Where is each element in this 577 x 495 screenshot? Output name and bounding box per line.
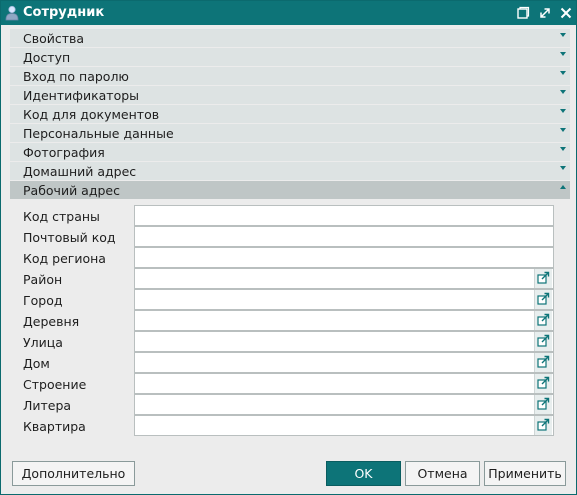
more-button[interactable]: Дополнительно [12,461,135,486]
postal-code-input[interactable] [134,226,554,247]
section-properties[interactable]: Свойства [10,29,570,47]
letter-label: Литера [23,398,72,413]
select-from-list-icon [537,292,550,305]
section-label: Вход по паролю [23,69,129,84]
title-bar[interactable]: Сотрудник [1,1,576,25]
expand-arrow-icon [560,166,566,170]
section-label: Свойства [23,31,85,46]
apartment-label: Квартира [23,419,86,434]
region-code-label: Код региона [23,251,106,266]
section-label: Рабочий адрес [23,183,120,198]
city-input[interactable] [134,289,554,310]
apartment-input[interactable] [134,415,554,436]
ok-button[interactable]: OK [326,461,401,486]
apartment-picker-button[interactable] [534,416,552,435]
postal-code-label: Почтовый код [23,230,116,245]
section-identifiers[interactable]: Идентификаторы [10,86,570,104]
window-title: Сотрудник [23,5,105,20]
building-input[interactable] [134,373,554,394]
city-picker-button[interactable] [534,290,552,309]
section-label: Идентификаторы [23,88,140,103]
country-code-input[interactable] [134,205,554,226]
section-password-login[interactable]: Вход по паролю [10,67,570,85]
expand-arrow-icon [560,33,566,37]
user-icon [5,5,19,21]
section-document-code[interactable]: Код для документов [10,105,570,123]
select-from-list-icon [537,397,550,410]
select-from-list-icon [537,355,550,368]
section-label: Доступ [23,50,71,65]
section-access[interactable]: Доступ [10,48,570,66]
select-from-list-icon [537,313,550,326]
select-from-list-icon [537,271,550,284]
section-work-address[interactable]: Рабочий адрес [10,181,570,199]
section-label: Код для документов [23,107,160,122]
house-label: Дом [23,356,50,371]
collapse-arrow-icon [560,185,566,189]
village-input[interactable] [134,310,554,331]
expand-arrow-icon [560,109,566,113]
expand-arrow-icon [560,71,566,75]
district-picker-button[interactable] [534,269,552,288]
letter-picker-button[interactable] [534,395,552,414]
apply-button[interactable]: Применить [484,461,566,486]
employee-dialog: Сотрудник Свойства Доступ Вход по паролю… [0,0,577,495]
village-label: Деревня [23,314,80,329]
city-label: Город [23,293,63,308]
section-home-address[interactable]: Домашний адрес [10,162,570,180]
expand-arrow-icon [560,52,566,56]
street-input[interactable] [134,331,554,352]
country-code-label: Код страны [23,209,100,224]
village-picker-button[interactable] [534,311,552,330]
section-label: Персональные данные [23,126,174,141]
section-label: Домашний адрес [23,164,137,179]
cancel-button[interactable]: Отмена [405,461,480,486]
region-code-input[interactable] [134,247,554,268]
district-input[interactable] [134,268,554,289]
close-icon[interactable] [558,5,574,21]
building-label: Строение [23,377,87,392]
restore-icon[interactable] [515,5,531,21]
select-from-list-icon [537,334,550,347]
section-photo[interactable]: Фотография [10,143,570,161]
section-label: Фотография [23,145,105,160]
select-from-list-icon [537,418,550,431]
maximize-icon[interactable] [537,5,553,21]
street-label: Улица [23,335,63,350]
letter-input[interactable] [134,394,554,415]
section-personal-data[interactable]: Персональные данные [10,124,570,142]
house-input[interactable] [134,352,554,373]
district-label: Район [23,272,63,287]
street-picker-button[interactable] [534,332,552,351]
expand-arrow-icon [560,90,566,94]
house-picker-button[interactable] [534,353,552,372]
expand-arrow-icon [560,128,566,132]
select-from-list-icon [537,376,550,389]
expand-arrow-icon [560,147,566,151]
building-picker-button[interactable] [534,374,552,393]
